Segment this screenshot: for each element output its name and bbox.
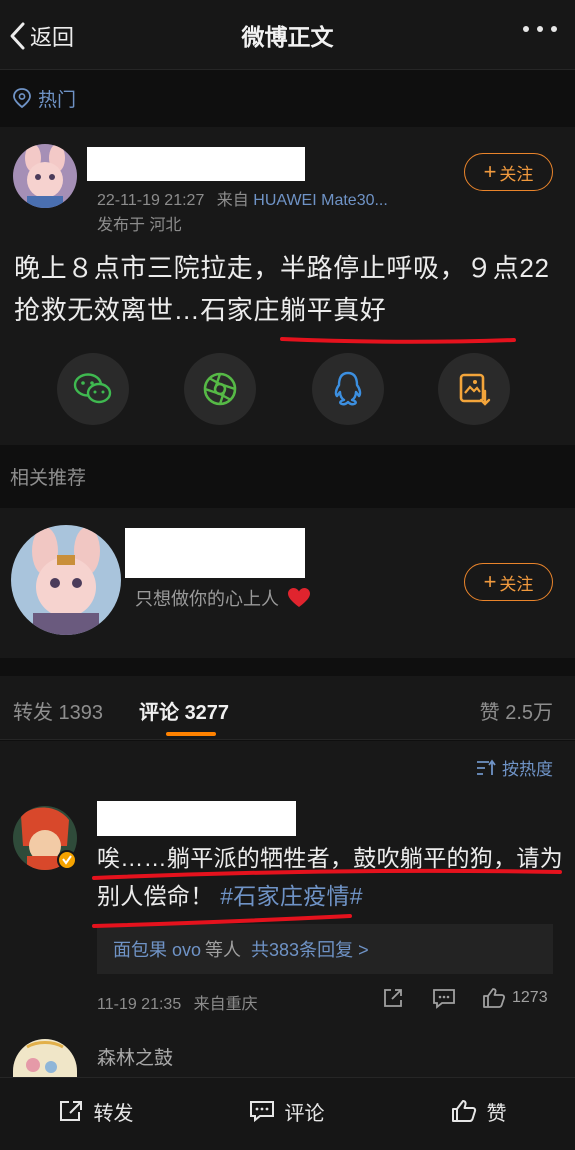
comment-like-count: 1273 <box>512 989 548 1006</box>
image-download-icon <box>459 373 491 406</box>
related-follow-button[interactable]: + 关注 <box>464 563 553 601</box>
repost-icon <box>59 1101 82 1121</box>
plus-icon: + <box>483 159 497 184</box>
follow-label: 关注 <box>499 164 534 184</box>
signature-text: 只想做你的心上人 <box>135 589 279 609</box>
comment-meta: 11-19 21:35 来自重庆 <box>97 990 258 1014</box>
bottom-repost-button[interactable]: 转发 <box>0 1078 191 1144</box>
related-user-avatar[interactable] <box>11 525 121 635</box>
post-meta: 22-11-19 21:27 来自 HUAWEI Mate30... <box>97 186 388 210</box>
comment-icon <box>249 1101 274 1123</box>
comment-like-button[interactable]: 1273 <box>482 987 548 1009</box>
thumbs-up-icon <box>483 988 506 1008</box>
plus-icon: + <box>483 569 497 594</box>
reply-user[interactable]: 面包果 ovo <box>113 936 201 962</box>
reply-count[interactable]: 共383条回复 > <box>251 936 369 962</box>
related-user-name-redacted <box>125 528 305 578</box>
hot-label: 热门 <box>38 89 77 111</box>
moments-icon <box>203 372 237 406</box>
qq-icon <box>334 371 362 406</box>
tab-likes[interactable]: 赞 2.5万 <box>480 696 553 725</box>
commenter-name-redacted <box>97 801 296 836</box>
reply-text: 等人 <box>205 940 242 960</box>
tab-comments[interactable]: 评论 3277 <box>139 696 229 725</box>
sort-by-hot-button[interactable]: 按热度 <box>475 755 553 780</box>
bottom-like-label: 赞 <box>486 1102 507 1125</box>
replies-preview[interactable]: 面包果 ovo 等人 共383条回复 > <box>97 924 553 974</box>
commenter-avatar[interactable] <box>13 806 77 870</box>
comment-icon <box>433 989 455 1009</box>
post-time: 22-11-19 21:27 <box>97 192 205 209</box>
related-recommendation-card[interactable]: 只想做你的心上人 + 关注 <box>0 508 575 658</box>
post-location: 发布于 河北 <box>97 217 182 234</box>
bottom-repost-label: 转发 <box>93 1102 134 1125</box>
hot-tag[interactable]: 热门 <box>0 70 575 126</box>
more-options-icon[interactable] <box>523 26 557 32</box>
weibo-post: 22-11-19 21:27 来自 HUAWEI Mate30... 发布于 河… <box>0 127 575 445</box>
author-avatar[interactable] <box>13 144 77 208</box>
bottom-action-bar: 转发 评论 赞 <box>0 1077 575 1150</box>
tab-repost[interactable]: 转发 1393 <box>13 696 103 725</box>
share-icon <box>384 989 402 1007</box>
follow-button[interactable]: + 关注 <box>464 153 553 191</box>
heart-icon <box>288 588 310 607</box>
related-section-label: 相关推荐 <box>10 468 87 489</box>
post-device[interactable]: HUAWEI Mate30... <box>253 192 388 209</box>
comment-topic-link[interactable]: #石家庄疫情# <box>220 883 363 909</box>
thumbs-up-icon <box>451 1100 476 1122</box>
tab-comments-count: 3277 <box>184 702 230 724</box>
follow-label: 关注 <box>499 574 534 594</box>
comments-list: 按热度 唉……躺平派的牺牲者，鼓吹躺平的狗，请为别人偿命！ #石家庄疫情# 面包… <box>0 741 575 1081</box>
location-pin-icon <box>13 88 31 109</box>
interaction-tabs: 转发 1393 评论 3277 赞 2.5万 <box>0 676 575 740</box>
bottom-comment-label: 评论 <box>284 1102 325 1125</box>
bottom-comment-button[interactable]: 评论 <box>191 1078 382 1144</box>
comment-reply-button[interactable] <box>432 987 456 1009</box>
related-user-signature: 只想做你的心上人 <box>135 585 311 611</box>
post-source-prefix: 来自 <box>216 192 249 209</box>
comment-text: 唉……躺平派的牺牲者，鼓吹躺平的狗，请为别人偿命！ #石家庄疫情# <box>97 839 567 915</box>
active-tab-indicator <box>166 732 216 736</box>
comment-share-button[interactable] <box>382 987 404 1009</box>
page-title: 微博正文 <box>241 24 334 50</box>
next-commenter-name[interactable]: 森林之鼓 <box>97 1043 173 1070</box>
author-name-redacted <box>87 147 305 181</box>
share-qq-button[interactable] <box>312 353 384 425</box>
comment-source: 来自重庆 <box>193 996 258 1013</box>
sort-label: 按热度 <box>502 760 553 779</box>
save-image-button[interactable] <box>438 353 510 425</box>
share-moments-button[interactable] <box>184 353 256 425</box>
share-wechat-button[interactable] <box>57 353 129 425</box>
next-commenter-avatar[interactable] <box>13 1039 77 1081</box>
bottom-like-button[interactable]: 赞 <box>382 1078 575 1144</box>
tab-comments-label: 评论 <box>139 702 179 724</box>
comment-time: 11-19 21:35 <box>97 996 182 1013</box>
post-text: 晚上８点市三院拉走，半路停止呼吸，９点22抢救无效离世…石家庄躺平真好 <box>14 253 550 325</box>
top-nav-bar: 返回 微博正文 <box>0 0 575 70</box>
wechat-icon <box>73 373 112 404</box>
sort-icon <box>477 759 496 775</box>
